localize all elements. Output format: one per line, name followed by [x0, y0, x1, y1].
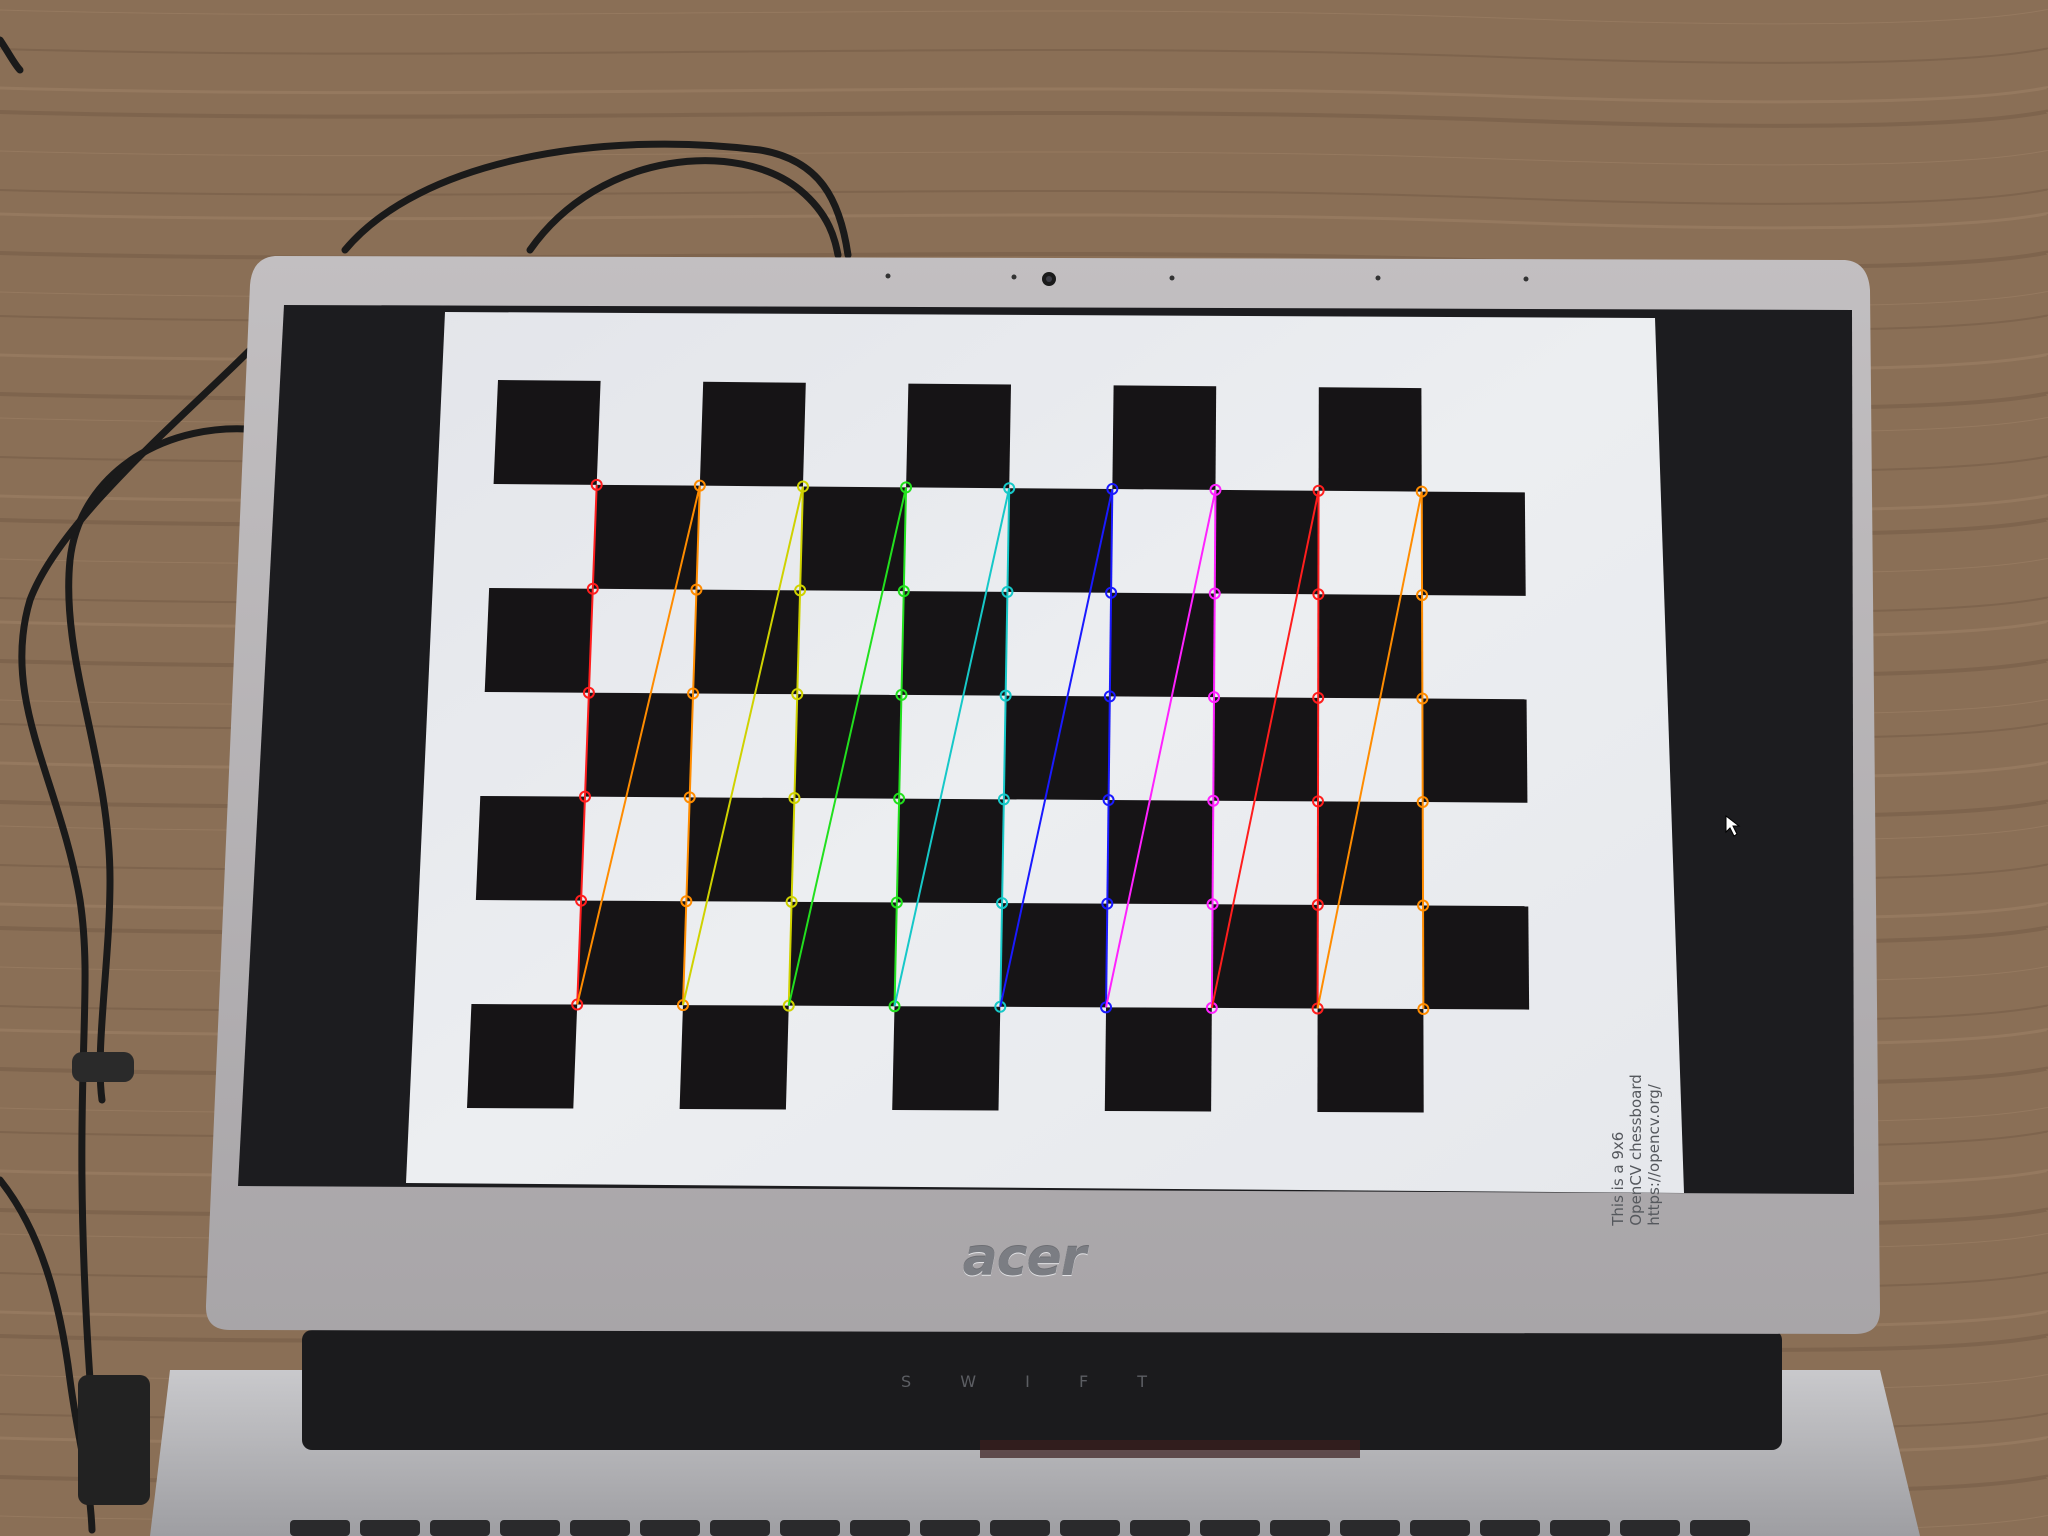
cable-clip [72, 1052, 134, 1082]
chessboard-dark-square [1211, 904, 1318, 1009]
corner-connector-line [1213, 489, 1217, 594]
keyboard-glimpse [980, 1440, 1360, 1458]
chessboard-dark-square [693, 589, 801, 695]
chessboard-dark-square [1318, 387, 1422, 492]
chessboard-dark-square [699, 381, 806, 487]
mic-dot [1169, 275, 1175, 281]
corner-connector-line [1211, 800, 1215, 905]
mic-dot [1375, 275, 1381, 281]
corner-connector-line [1108, 592, 1113, 697]
chessboard-dark-square [1317, 1008, 1424, 1113]
chessboard-dark-square [1423, 905, 1530, 1010]
corner-connector-line [1210, 904, 1214, 1008]
chessboard-dark-square [892, 1006, 1001, 1111]
chessboard-dark-square [577, 900, 687, 1006]
chessboard-dark-square [800, 486, 907, 592]
chessboard-dark-square [1107, 800, 1214, 905]
photo-scene [0, 0, 2048, 1536]
corner-connector-line [1110, 489, 1114, 593]
mic-dot [1011, 274, 1017, 280]
chessboard-dark-square [906, 383, 1011, 489]
chessboard-dark-square [484, 588, 593, 693]
chessboard-dark-square [475, 796, 585, 901]
chessboard-dark-square [1104, 1007, 1212, 1112]
chessboard-dark-square [1109, 592, 1215, 698]
chessboard-dark-square [1317, 801, 1424, 906]
chessboard-dark-square [1318, 594, 1423, 699]
chessboard-dark-square [592, 484, 700, 590]
chessboard-dark-square [1112, 385, 1217, 490]
power-plug [78, 1375, 150, 1505]
chessboard-dark-square [1421, 491, 1526, 596]
scene-canvas [0, 0, 2048, 1536]
chessboard-dark-square [1214, 489, 1319, 595]
corner-connector-line [1213, 593, 1216, 698]
corner-connector-line [1106, 800, 1110, 904]
laptop-hinge [302, 1330, 1782, 1450]
chessboard-dark-square [1000, 903, 1108, 1008]
mic-dot [885, 273, 891, 279]
chessboard-dark-square [686, 797, 795, 902]
corner-connector-line [1105, 903, 1109, 1008]
chessboard-dark-square [1422, 698, 1528, 803]
chessboard-dark-square [1007, 488, 1113, 593]
chessboard-dark-square [788, 901, 897, 1007]
chessboard-dark-square [901, 591, 1008, 696]
corner-connector-line [1212, 697, 1216, 801]
corner-connector-line [1107, 696, 1111, 801]
chessboard-dark-square [493, 380, 601, 485]
keyboard-keys [290, 1520, 1750, 1536]
chessboard-dark-square [679, 1005, 789, 1110]
chessboard-dark-square [896, 798, 1004, 904]
chessboard-dark-square [467, 1004, 578, 1109]
mic-dot [1523, 276, 1529, 282]
